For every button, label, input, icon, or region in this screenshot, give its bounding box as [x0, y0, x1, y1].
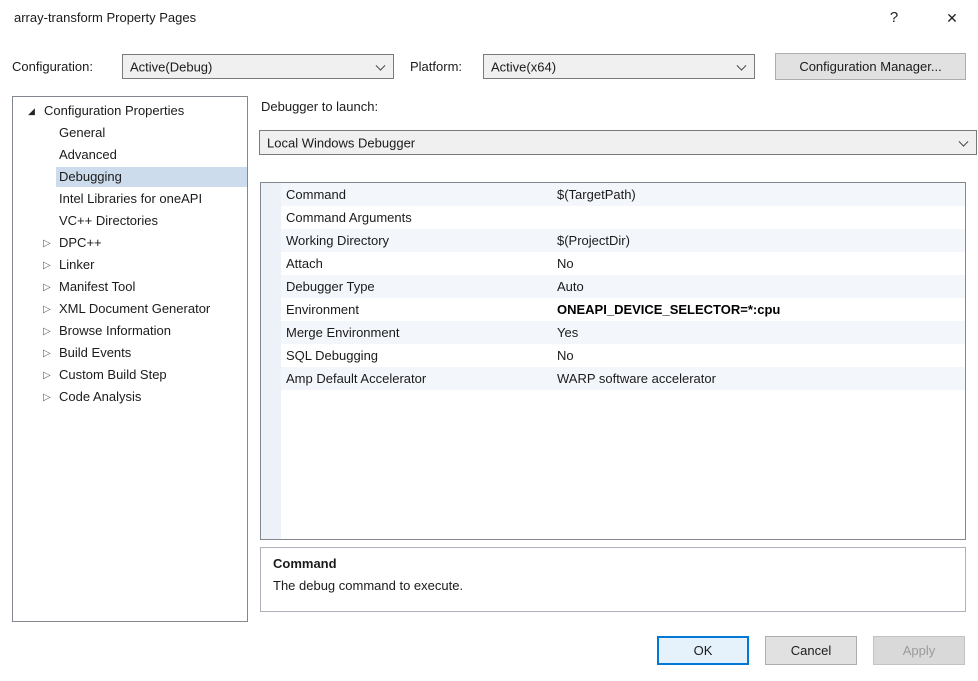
tree-item-intel-libraries-for-oneapi[interactable]: Intel Libraries for oneAPI	[13, 188, 247, 210]
apply-button: Apply	[873, 636, 965, 665]
tree-item-dpc[interactable]: ▷DPC++	[13, 232, 247, 254]
property-row-command[interactable]: Command$(TargetPath)	[281, 183, 965, 206]
property-value[interactable]: WARP software accelerator	[555, 367, 965, 390]
property-row-working-directory[interactable]: Working Directory$(ProjectDir)	[281, 229, 965, 252]
platform-combobox[interactable]: Active(x64)	[483, 54, 755, 79]
tree-item-label: Manifest Tool	[56, 277, 139, 297]
property-name: Attach	[281, 252, 555, 275]
debugger-value: Local Windows Debugger	[267, 135, 415, 150]
tree-item-code-analysis[interactable]: ▷Code Analysis	[13, 386, 247, 408]
debugger-to-launch-label: Debugger to launch:	[261, 99, 378, 114]
property-value[interactable]: No	[555, 344, 965, 367]
tree-items: GeneralAdvancedDebuggingIntel Libraries …	[13, 122, 247, 408]
tree-item-label: Debugging	[56, 167, 247, 187]
tree-item-browse-information[interactable]: ▷Browse Information	[13, 320, 247, 342]
property-name: Environment	[281, 298, 555, 321]
property-value[interactable]: ONEAPI_DEVICE_SELECTOR=*:cpu	[555, 298, 965, 321]
tree-item-manifest-tool[interactable]: ▷Manifest Tool	[13, 276, 247, 298]
tree-item-label: Build Events	[56, 343, 135, 363]
configuration-label: Configuration:	[12, 59, 93, 74]
configuration-bar: Configuration: Active(Debug) Platform: A…	[0, 48, 978, 84]
tree-item-label: Intel Libraries for oneAPI	[56, 189, 206, 209]
tree-item-custom-build-step[interactable]: ▷Custom Build Step	[13, 364, 247, 386]
property-value[interactable]: No	[555, 252, 965, 275]
property-pages-dialog: array-transform Property Pages ? ✕ Confi…	[0, 0, 978, 681]
property-name: Command Arguments	[281, 206, 555, 229]
property-row-attach[interactable]: AttachNo	[281, 252, 965, 275]
tree-item-label: Configuration Properties	[41, 101, 188, 121]
tree-item-label: Linker	[56, 255, 98, 275]
window-title: array-transform Property Pages	[14, 10, 196, 25]
close-icon[interactable]: ✕	[940, 8, 964, 28]
property-name: Debugger Type	[281, 275, 555, 298]
description-title: Command	[273, 556, 953, 571]
help-icon[interactable]: ?	[882, 8, 906, 28]
cancel-button[interactable]: Cancel	[765, 636, 857, 665]
tree-item-general[interactable]: General	[13, 122, 247, 144]
property-grid: Command$(TargetPath)Command ArgumentsWor…	[260, 182, 966, 540]
description-text: The debug command to execute.	[273, 578, 953, 593]
property-grid-gutter	[261, 183, 281, 539]
ok-button[interactable]: OK	[657, 636, 749, 665]
property-row-amp-default-accelerator[interactable]: Amp Default AcceleratorWARP software acc…	[281, 367, 965, 390]
tree-item-build-events[interactable]: ▷Build Events	[13, 342, 247, 364]
configuration-manager-button[interactable]: Configuration Manager...	[775, 53, 966, 80]
tree-item-label: Custom Build Step	[56, 365, 171, 385]
tree-item-xml-document-generator[interactable]: ▷XML Document Generator	[13, 298, 247, 320]
property-name: Working Directory	[281, 229, 555, 252]
platform-value: Active(x64)	[491, 59, 556, 74]
property-name: Amp Default Accelerator	[281, 367, 555, 390]
property-row-environment[interactable]: EnvironmentONEAPI_DEVICE_SELECTOR=*:cpu	[281, 298, 965, 321]
tree-item-label: Browse Information	[56, 321, 175, 341]
property-name: Merge Environment	[281, 321, 555, 344]
property-value[interactable]	[555, 206, 965, 229]
tree-item-label: Code Analysis	[56, 387, 145, 407]
property-value[interactable]: $(ProjectDir)	[555, 229, 965, 252]
chevron-down-icon	[959, 136, 969, 146]
property-row-debugger-type[interactable]: Debugger TypeAuto	[281, 275, 965, 298]
tree-item-vc-directories[interactable]: VC++ Directories	[13, 210, 247, 232]
tree-item-debugging[interactable]: Debugging	[13, 166, 247, 188]
tree-item-configuration-properties[interactable]: ◢ Configuration Properties	[13, 100, 247, 122]
property-value[interactable]: Auto	[555, 275, 965, 298]
property-value[interactable]: $(TargetPath)	[555, 183, 965, 206]
configuration-tree: ◢ Configuration Properties GeneralAdvanc…	[12, 96, 248, 622]
debugger-combobox[interactable]: Local Windows Debugger	[259, 130, 977, 155]
property-name: SQL Debugging	[281, 344, 555, 367]
property-name: Command	[281, 183, 555, 206]
tree-item-advanced[interactable]: Advanced	[13, 144, 247, 166]
tree-item-linker[interactable]: ▷Linker	[13, 254, 247, 276]
property-value[interactable]: Yes	[555, 321, 965, 344]
configuration-value: Active(Debug)	[130, 59, 212, 74]
tree-item-label: XML Document Generator	[56, 299, 214, 319]
configuration-combobox[interactable]: Active(Debug)	[122, 54, 394, 79]
tree-item-label: Advanced	[56, 145, 121, 165]
tree-item-label: General	[56, 123, 109, 143]
tree-item-label: VC++ Directories	[56, 211, 162, 231]
property-row-merge-environment[interactable]: Merge EnvironmentYes	[281, 321, 965, 344]
chevron-down-icon	[376, 60, 386, 70]
property-rows: Command$(TargetPath)Command ArgumentsWor…	[281, 183, 965, 390]
chevron-down-icon	[737, 60, 747, 70]
description-pane: Command The debug command to execute.	[260, 547, 966, 612]
property-row-command-arguments[interactable]: Command Arguments	[281, 206, 965, 229]
platform-label: Platform:	[410, 59, 462, 74]
titlebar: array-transform Property Pages ? ✕	[0, 0, 978, 36]
tree-item-label: DPC++	[56, 233, 106, 253]
property-row-sql-debugging[interactable]: SQL DebuggingNo	[281, 344, 965, 367]
